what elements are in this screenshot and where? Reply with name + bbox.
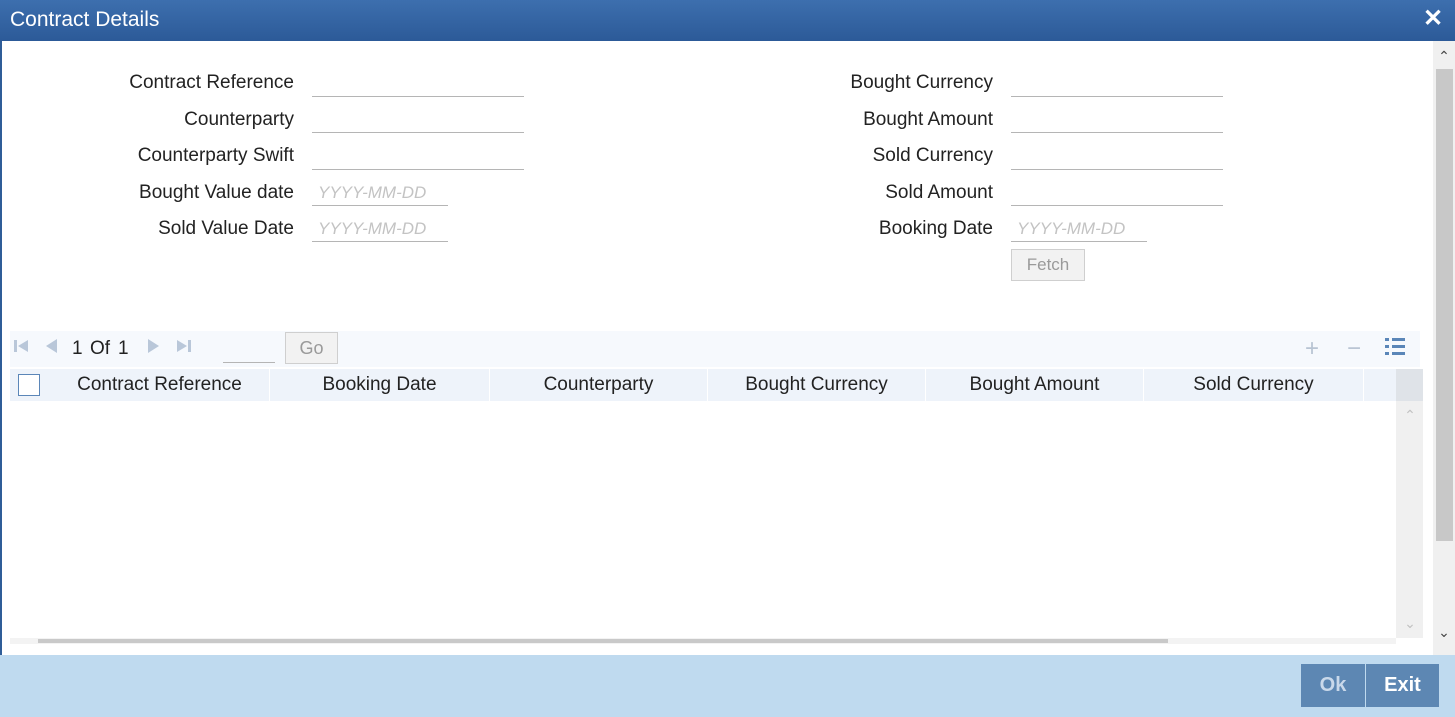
- column-header-sold-currency[interactable]: Sold Currency: [1144, 369, 1364, 401]
- scroll-down-icon[interactable]: ⌄: [1433, 621, 1455, 643]
- exit-button[interactable]: Exit: [1366, 664, 1439, 707]
- column-header-bought-amount[interactable]: Bought Amount: [926, 369, 1144, 401]
- window-scrollbar[interactable]: ⌃ ⌄: [1433, 41, 1455, 655]
- grid-scroll-down-icon[interactable]: ⌄: [1398, 611, 1422, 635]
- column-header-bought-currency[interactable]: Bought Currency: [708, 369, 926, 401]
- sold-value-date-input[interactable]: [312, 217, 448, 242]
- page-of-label: Of: [90, 338, 111, 359]
- column-header-booking-date[interactable]: Booking Date: [270, 369, 490, 401]
- page-total: 1: [118, 338, 129, 359]
- dialog-footer: Ok Exit: [0, 655, 1455, 717]
- close-icon[interactable]: ✕: [1421, 6, 1445, 32]
- ok-button[interactable]: Ok: [1301, 664, 1365, 707]
- counterparty-swift-label: Counterparty Swift: [137, 145, 294, 166]
- select-all-checkbox[interactable]: [18, 374, 40, 396]
- counterparty-input[interactable]: [312, 108, 524, 133]
- sold-amount-input[interactable]: [1011, 181, 1223, 206]
- counterparty-label: Counterparty: [184, 109, 294, 130]
- booking-date-label: Booking Date: [878, 218, 993, 239]
- sold-amount-label: Sold Amount: [885, 182, 993, 203]
- grid-scroll-up-icon[interactable]: ⌃: [1398, 403, 1422, 427]
- grid-hscroll-thumb[interactable]: [38, 639, 1168, 643]
- add-row-icon[interactable]: +: [1300, 336, 1324, 362]
- contract-reference-label: Contract Reference: [129, 72, 294, 93]
- sold-currency-label: Sold Currency: [872, 145, 993, 166]
- go-button[interactable]: Go: [285, 332, 338, 364]
- grid-header-endcap: [1396, 369, 1423, 401]
- counterparty-swift-input[interactable]: [312, 145, 524, 170]
- last-page-icon[interactable]: [173, 337, 195, 361]
- column-header-counterparty[interactable]: Counterparty: [490, 369, 708, 401]
- prev-page-icon[interactable]: [40, 337, 62, 361]
- sold-currency-input[interactable]: [1011, 145, 1223, 170]
- page-current: 1: [72, 338, 83, 359]
- sold-value-date-label: Sold Value Date: [158, 218, 294, 239]
- grid-horizontal-scrollbar[interactable]: [10, 638, 1396, 644]
- next-page-icon[interactable]: [143, 337, 165, 361]
- grid-toolbar: 1 Of 1 Go + −: [10, 331, 1420, 367]
- contract-reference-input[interactable]: [312, 72, 524, 97]
- bought-amount-label: Bought Amount: [863, 109, 993, 130]
- grid-body: [10, 401, 1396, 638]
- bought-value-date-label: Bought Value date: [139, 182, 294, 203]
- bought-value-date-input[interactable]: [312, 181, 448, 206]
- grid-header: Contract Reference Booking Date Counterp…: [10, 369, 1396, 401]
- page-number-input[interactable]: [223, 335, 275, 363]
- bought-currency-input[interactable]: [1011, 72, 1223, 97]
- column-header-contract-reference[interactable]: Contract Reference: [50, 369, 270, 401]
- fetch-button[interactable]: Fetch: [1011, 249, 1085, 281]
- booking-date-input[interactable]: [1011, 217, 1147, 242]
- column-settings-icon[interactable]: [1383, 336, 1407, 362]
- bought-amount-input[interactable]: [1011, 108, 1223, 133]
- remove-row-icon[interactable]: −: [1342, 336, 1366, 362]
- scroll-up-icon[interactable]: ⌃: [1433, 45, 1455, 67]
- scroll-thumb[interactable]: [1436, 69, 1453, 541]
- first-page-icon[interactable]: [10, 337, 32, 361]
- grid-vertical-scrollbar[interactable]: ⌃ ⌄: [1396, 401, 1423, 638]
- title-bar: Contract Details ✕: [0, 0, 1455, 41]
- bought-currency-label: Bought Currency: [850, 72, 993, 93]
- window-title: Contract Details: [10, 8, 160, 31]
